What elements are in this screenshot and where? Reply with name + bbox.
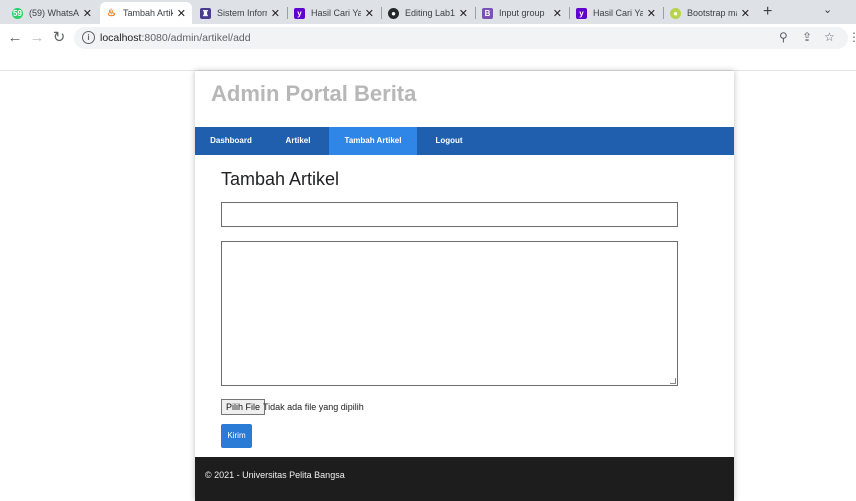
choose-file-button[interactable]: Pilih File bbox=[221, 399, 266, 415]
browser-tab[interactable]: ● Editing Lab11 ✕ bbox=[382, 2, 474, 24]
browser-tab[interactable]: y Hasil Cari Yahoo ✕ bbox=[288, 2, 380, 24]
github-icon: ● bbox=[388, 7, 399, 19]
url-path: :8080/admin/artikel/add bbox=[141, 32, 251, 44]
forward-icon[interactable]: → bbox=[27, 28, 47, 48]
close-icon[interactable]: ✕ bbox=[83, 7, 92, 20]
close-icon[interactable]: ✕ bbox=[553, 7, 562, 20]
zoom-icon[interactable]: ⚲ bbox=[779, 30, 788, 44]
resize-handle-icon[interactable] bbox=[670, 378, 676, 384]
tab-title: Sistem Informasi bbox=[217, 8, 267, 18]
tab-title: Editing Lab11 bbox=[405, 8, 455, 18]
tab-title: Bootstrap ma bbox=[687, 8, 737, 18]
close-icon[interactable]: ✕ bbox=[741, 7, 750, 20]
tab-title: Hasil Cari Yahoo bbox=[593, 8, 643, 18]
yahoo-icon: y bbox=[294, 7, 305, 19]
close-icon[interactable]: ✕ bbox=[459, 7, 468, 20]
browser-menu-icon[interactable]: ⋮ bbox=[848, 30, 856, 44]
tab-title: Input group bbox=[499, 8, 545, 18]
bootstrap-icon: B bbox=[482, 7, 493, 19]
nav-dashboard[interactable]: Dashboard bbox=[195, 127, 267, 155]
url-host: localhost bbox=[100, 32, 142, 44]
nav-artikel[interactable]: Artikel bbox=[267, 127, 329, 155]
whatsapp-icon: 59 bbox=[12, 7, 23, 19]
browser-tab-active[interactable]: ♨ Tambah Artikel ✕ bbox=[100, 2, 192, 24]
university-icon: ♜ bbox=[200, 7, 211, 19]
site-footer: © 2021 - Universitas Pelita Bangsa bbox=[195, 457, 734, 501]
share-icon[interactable]: ⇪ bbox=[802, 30, 812, 44]
footer-copyright: © 2021 - Universitas Pelita Bangsa bbox=[205, 470, 345, 480]
close-icon[interactable]: ✕ bbox=[271, 7, 280, 20]
browser-tab[interactable]: B Input group ✕ bbox=[476, 2, 568, 24]
file-status-text: Tidak ada file yang dipilih bbox=[263, 402, 364, 412]
isi-textarea[interactable] bbox=[221, 241, 678, 386]
nav-logout[interactable]: Logout bbox=[417, 127, 481, 155]
browser-tabstrip: 59 (59) WhatsApp ✕ ♨ Tambah Artikel ✕ ♜ … bbox=[0, 0, 856, 24]
back-icon[interactable]: ← bbox=[5, 28, 25, 48]
tab-title: (59) WhatsApp bbox=[29, 8, 79, 18]
tab-search-chevron-icon[interactable]: ⌄ bbox=[823, 3, 832, 16]
judul-input[interactable] bbox=[221, 202, 678, 227]
bootstrap-made-icon: ● bbox=[670, 7, 681, 19]
main-navbar: Dashboard Artikel Tambah Artikel Logout bbox=[195, 127, 734, 155]
site-brand: Admin Portal Berita bbox=[211, 81, 417, 106]
yahoo-icon: y bbox=[576, 7, 587, 19]
url-text[interactable]: localhost:8080/admin/artikel/add bbox=[100, 32, 251, 44]
browser-tab[interactable]: ● Bootstrap ma ✕ bbox=[664, 2, 756, 24]
tab-title: Hasil Cari Yahoo bbox=[311, 8, 361, 18]
bookmark-star-icon[interactable]: ☆ bbox=[824, 30, 835, 44]
close-icon[interactable]: ✕ bbox=[365, 7, 374, 20]
page-container: Admin Portal Berita Dashboard Artikel Ta… bbox=[195, 71, 734, 501]
flame-icon: ♨ bbox=[107, 7, 116, 19]
reload-icon[interactable]: ↻ bbox=[49, 28, 69, 48]
submit-button[interactable]: Kirim bbox=[221, 424, 252, 448]
browser-tab[interactable]: 59 (59) WhatsApp ✕ bbox=[6, 2, 98, 24]
page-title: Tambah Artikel bbox=[221, 169, 340, 189]
close-icon[interactable]: ✕ bbox=[647, 7, 656, 20]
nav-tambah-artikel[interactable]: Tambah Artikel bbox=[329, 127, 417, 155]
site-info-icon[interactable]: i bbox=[82, 31, 95, 44]
address-bar[interactable]: i localhost:8080/admin/artikel/add ⚲ ⇪ ☆ bbox=[74, 27, 848, 49]
browser-toolbar: ← → ↻ i localhost:8080/admin/artikel/add… bbox=[0, 24, 856, 52]
browser-tab[interactable]: y Hasil Cari Yahoo ✕ bbox=[570, 2, 662, 24]
new-tab-icon[interactable]: + bbox=[763, 3, 772, 21]
tab-title: Tambah Artikel bbox=[123, 8, 173, 18]
close-icon[interactable]: ✕ bbox=[177, 7, 186, 20]
browser-tab[interactable]: ♜ Sistem Informasi ✕ bbox=[194, 2, 286, 24]
